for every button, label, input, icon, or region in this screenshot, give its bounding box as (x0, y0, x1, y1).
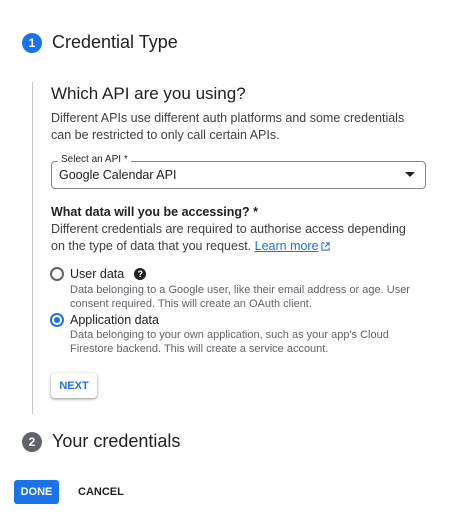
data-question-description: Different credentials are required to au… (51, 221, 423, 255)
step-1-number: 1 (22, 32, 42, 53)
step-2-number: 2 (22, 431, 42, 452)
done-button[interactable]: DONE (14, 480, 59, 504)
learn-more-link[interactable]: Learn more (255, 239, 330, 253)
step-1-title: Credential Type (52, 32, 178, 52)
open-in-new-icon (320, 242, 330, 251)
section-description: Different APIs use different auth platfo… (51, 111, 405, 142)
user-data-description: Data belonging to a Google user, like th… (70, 284, 410, 310)
step-1-header: 1 Credential Type (22, 32, 178, 53)
step-2-title: Your credentials (52, 431, 181, 451)
step-2-header[interactable]: 2 Your credentials (22, 431, 180, 452)
application-data-option[interactable]: Application data (50, 313, 159, 327)
data-question-label: What data will you be accessing? * (51, 205, 258, 219)
data-question-text: Different credentials are required to au… (51, 222, 406, 253)
application-data-label: Application data (70, 313, 159, 327)
stepper-connector-line (32, 82, 33, 414)
api-select-label: Select an API * (58, 154, 131, 165)
application-data-description: Data belonging to your own application, … (70, 329, 389, 355)
help-icon[interactable]: ? (134, 268, 147, 280)
section-heading: Which API are you using? (51, 84, 246, 103)
user-data-label: User data (70, 267, 125, 281)
learn-more-text: Learn more (254, 239, 319, 253)
arrow-drop-down-icon (405, 172, 415, 177)
user-data-option[interactable]: User data ? (50, 267, 147, 281)
api-select[interactable]: Select an API * Google Calendar API (51, 154, 426, 189)
next-button[interactable]: NEXT (51, 373, 97, 398)
cancel-button[interactable]: CANCEL (72, 480, 130, 504)
user-data-radio[interactable] (50, 267, 64, 281)
application-data-radio[interactable] (50, 313, 64, 327)
api-select-value: Google Calendar API (59, 168, 177, 182)
